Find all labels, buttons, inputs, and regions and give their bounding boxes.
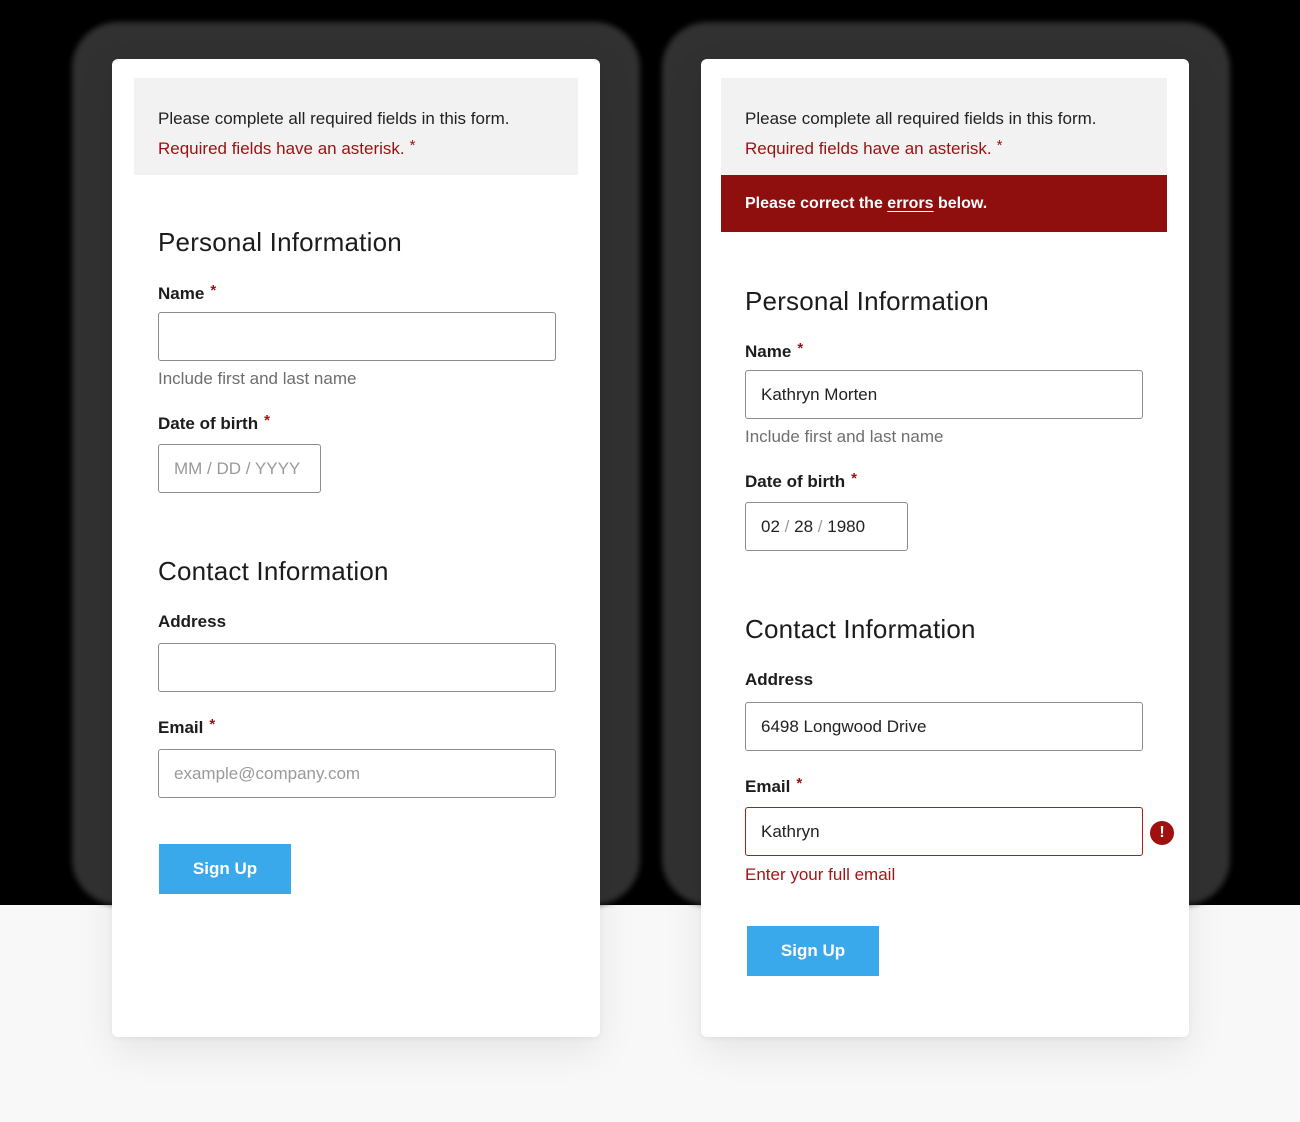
required-asterisk: * — [264, 412, 270, 429]
name-label: Name * — [745, 340, 803, 362]
email-error-message: Enter your full email — [745, 865, 896, 884]
dob-placeholder: MM / DD / YYYY — [174, 459, 301, 478]
notice-line-1: Please complete all required fields in t… — [745, 109, 1097, 128]
exclamation-circle-icon: ! — [1150, 821, 1174, 845]
email-label: Email * — [745, 775, 802, 797]
name-label-text: Name — [745, 342, 792, 361]
required-asterisk: * — [209, 716, 216, 733]
address-input[interactable]: 6498 Longwood Drive — [745, 702, 1143, 751]
address-label: Address — [158, 612, 227, 631]
contact-info-heading: Contact Information — [745, 614, 976, 644]
dob-label: Date of birth * — [158, 412, 270, 434]
dob-input[interactable]: 02 / 28 / 1980 — [745, 502, 908, 551]
dob-year: 1980 — [827, 517, 866, 536]
email-label-text: Email — [745, 777, 791, 796]
email-placeholder: example@company.com — [174, 764, 361, 783]
sign-up-button[interactable]: Sign Up — [747, 926, 879, 976]
dob-month: 02 — [761, 517, 780, 536]
name-input[interactable] — [158, 312, 556, 361]
name-label: Name * — [158, 282, 216, 304]
sign-up-button[interactable]: Sign Up — [159, 844, 291, 894]
address-input[interactable] — [158, 643, 556, 692]
dob-day: 28 — [794, 517, 814, 536]
required-asterisk: * — [996, 137, 1003, 154]
error-banner-text-before: Please correct the — [745, 195, 888, 212]
error-banner-text-after: below. — [933, 195, 988, 212]
signup-form-with-error: Please complete all required fields in t… — [701, 59, 1189, 1037]
notice-line-1: Please complete all required fields in t… — [158, 109, 510, 128]
required-asterisk: * — [796, 775, 803, 792]
name-input[interactable]: Kathryn Morten — [745, 370, 1143, 419]
required-fields-notice: Please complete all required fields in t… — [134, 78, 578, 175]
name-hint: Include first and last name — [158, 369, 357, 388]
dob-input[interactable]: MM / DD / YYYY — [158, 444, 321, 493]
required-fields-notice: Please complete all required fields in t… — [721, 78, 1167, 175]
email-input[interactable]: example@company.com — [158, 749, 556, 798]
signup-form-empty: Please complete all required fields in t… — [112, 59, 600, 1037]
dob-separator: / — [784, 517, 790, 536]
notice-line-2: Required fields have an asterisk. — [158, 139, 405, 158]
name-hint: Include first and last name — [745, 427, 944, 446]
dob-label-text: Date of birth — [158, 414, 259, 433]
required-asterisk: * — [851, 470, 857, 487]
email-label-text: Email — [158, 718, 204, 737]
email-input[interactable]: Kathryn — [745, 807, 1143, 856]
required-asterisk: * — [797, 340, 804, 357]
address-label: Address — [745, 670, 814, 689]
dob-label: Date of birth * — [745, 470, 857, 492]
personal-info-heading: Personal Information — [158, 227, 402, 257]
dob-label-text: Date of birth — [745, 472, 846, 491]
dob-separator: / — [817, 517, 823, 536]
email-label: Email * — [158, 716, 215, 738]
personal-info-heading: Personal Information — [745, 286, 989, 316]
contact-info-heading: Contact Information — [158, 556, 389, 586]
errors-link[interactable]: errors — [887, 195, 933, 212]
required-asterisk: * — [210, 282, 217, 299]
error-summary-banner: Please correct the errors below. — [721, 175, 1167, 232]
required-asterisk: * — [409, 137, 416, 154]
notice-line-2: Required fields have an asterisk. — [745, 139, 992, 158]
name-label-text: Name — [158, 284, 205, 303]
